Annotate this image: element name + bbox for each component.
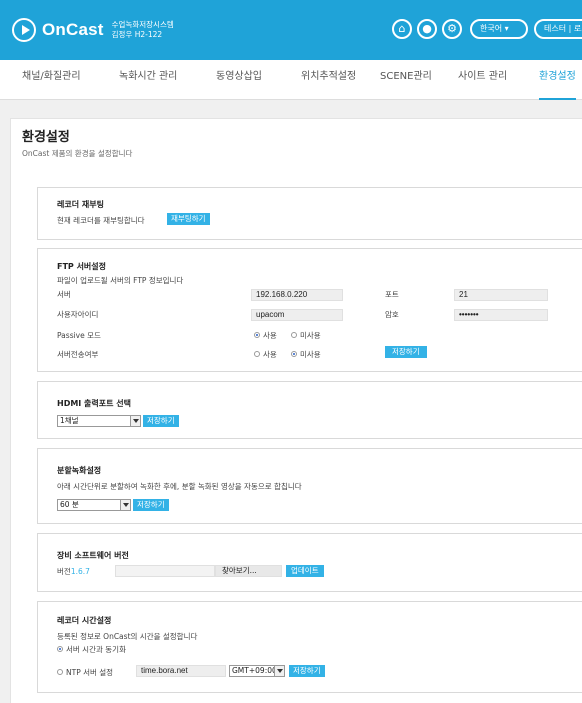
brand-sub1: 수업녹화저장시스템 xyxy=(111,20,174,29)
user-menu[interactable]: 테스터 | 로그아웃 xyxy=(534,19,582,39)
tab-video-insert[interactable]: 동영상삽입 xyxy=(216,60,262,100)
timezone-selected: GMT+09:00 xyxy=(232,666,277,675)
version-label-text: 버전 xyxy=(57,567,71,576)
split-card: 분할녹화설정 아래 시간단위로 분할하여 녹화한 후에, 분할 녹화된 영상을 … xyxy=(37,448,582,524)
tab-scene[interactable]: SCENE관리 xyxy=(380,60,432,100)
ftp-title: FTP 서버설정 xyxy=(57,262,107,271)
tab-settings[interactable]: 환경설정 xyxy=(539,60,576,100)
split-save-button[interactable]: 저장하기 xyxy=(133,499,169,511)
brand-sub2: 김정우 H2-122 xyxy=(111,30,163,39)
reboot-card: 레코더 재부팅 현재 레코더를 재부팅합니다 재부팅하기 xyxy=(37,187,582,240)
time-save-button[interactable]: 저장하기 xyxy=(289,665,325,677)
main-nav: 채널/화질관리 녹화시간 관리 동영상삽입 위치추적설정 SCENE관리 사이트… xyxy=(0,60,582,100)
passive-use-label: 사용 xyxy=(263,331,277,340)
tab-tracking[interactable]: 위치추적설정 xyxy=(301,60,356,100)
port-label: 포트 xyxy=(385,290,399,299)
timezone-select[interactable]: GMT+09:00 xyxy=(229,665,285,677)
time-desc: 등록된 정보로 OnCast의 시간을 설정합니다 xyxy=(57,632,198,641)
transfer-nouse-radio[interactable] xyxy=(291,351,297,357)
language-select[interactable]: 한국어 ▾ xyxy=(470,19,528,39)
play-icon xyxy=(12,18,36,42)
sync-server-label: 서버 시간과 동기화 xyxy=(66,645,126,654)
split-title: 분할녹화설정 xyxy=(57,466,102,475)
server-field[interactable]: 192.168.0.220 xyxy=(251,289,343,301)
brand-subtitle: 수업녹화저장시스템 김정우 H2-122 xyxy=(112,20,174,40)
version-value: 1.6.7 xyxy=(70,567,90,576)
logo[interactable]: OnCast 수업녹화저장시스템 김정우 H2-122 xyxy=(12,18,174,42)
passive-label: Passive 모드 xyxy=(57,331,101,340)
language-label: 한국어 xyxy=(480,24,503,33)
chevron-down-icon xyxy=(130,416,140,426)
ntp-radio[interactable] xyxy=(57,669,63,675)
user-icon[interactable]: ● xyxy=(417,19,437,39)
time-title: 레코더 시간설정 xyxy=(57,616,112,625)
passive-use-radio[interactable] xyxy=(254,332,260,338)
reboot-title: 레코더 재부팅 xyxy=(57,200,104,209)
brand-name: OnCast xyxy=(42,20,104,39)
page-title: 환경설정 xyxy=(22,130,70,145)
sync-server-radio[interactable] xyxy=(57,646,63,652)
tab-channel[interactable]: 채널/화질관리 xyxy=(22,60,81,100)
firmware-title: 장비 소프트웨어 버전 xyxy=(57,551,129,560)
split-selected: 60 분 xyxy=(60,500,79,509)
update-button[interactable]: 업데이트 xyxy=(286,565,324,577)
hdmi-title: HDMI 출력포트 선택 xyxy=(57,399,132,408)
top-icons: ⌂ ● ⚙ xyxy=(392,19,462,39)
port-field[interactable]: 21 xyxy=(454,289,548,301)
ftp-save-button[interactable]: 저장하기 xyxy=(385,346,427,358)
firmware-card: 장비 소프트웨어 버전 버전1.6.7 찾아보기... 업데이트 xyxy=(37,533,582,592)
transfer-use-label: 사용 xyxy=(263,350,277,359)
transfer-label: 서버전송여부 xyxy=(57,350,99,359)
reboot-button[interactable]: 재부팅하기 xyxy=(167,213,210,225)
split-select[interactable]: 60 분 xyxy=(57,499,131,511)
hdmi-selected: 1채널 xyxy=(60,416,79,425)
hdmi-save-button[interactable]: 저장하기 xyxy=(143,415,179,427)
hdmi-select[interactable]: 1채널 xyxy=(57,415,141,427)
user-label: 사용자아이디 xyxy=(57,310,99,319)
tab-record-time[interactable]: 녹화시간 관리 xyxy=(119,60,177,100)
home-icon[interactable]: ⌂ xyxy=(392,19,412,39)
transfer-use-radio[interactable] xyxy=(254,351,260,357)
tab-site[interactable]: 사이트 관리 xyxy=(458,60,507,100)
browse-button[interactable]: 찾아보기... xyxy=(215,565,282,577)
top-bar: OnCast 수업녹화저장시스템 김정우 H2-122 ⌂ ● ⚙ 한국어 ▾ … xyxy=(0,0,582,60)
ftp-card: FTP 서버설정 파일이 업로드될 서버의 FTP 정보입니다 서버 192.1… xyxy=(37,248,582,372)
gear-icon[interactable]: ⚙ xyxy=(442,19,462,39)
file-path-field[interactable] xyxy=(115,565,215,577)
ntp-label: NTP 서버 설정 xyxy=(66,668,114,677)
split-desc: 아래 시간단위로 분할하여 녹화한 후에, 분할 녹화된 영상을 자동으로 합칩… xyxy=(57,482,302,491)
password-label: 암호 xyxy=(385,310,399,319)
time-card: 레코더 시간설정 등록된 정보로 OnCast의 시간을 설정합니다 서버 시간… xyxy=(37,601,582,693)
user-id-field[interactable]: upacom xyxy=(251,309,343,321)
server-label: 서버 xyxy=(57,290,71,299)
password-field[interactable]: ••••••• xyxy=(454,309,548,321)
transfer-nouse-label: 미사용 xyxy=(300,350,321,359)
passive-nouse-radio[interactable] xyxy=(291,332,297,338)
reboot-desc: 현재 레코더를 재부팅합니다 xyxy=(57,216,145,225)
passive-nouse-label: 미사용 xyxy=(300,331,321,340)
page-desc: OnCast 제품의 환경을 설정합니다 xyxy=(22,149,133,158)
ftp-desc: 파일이 업로드될 서버의 FTP 정보입니다 xyxy=(57,276,184,285)
chevron-down-icon xyxy=(120,500,130,510)
hdmi-card: HDMI 출력포트 선택 1채널 저장하기 xyxy=(37,381,582,439)
version-label: 버전1.6.7 xyxy=(57,566,90,577)
chevron-down-icon xyxy=(274,666,284,676)
ntp-server-field[interactable]: time.bora.net xyxy=(136,665,226,677)
